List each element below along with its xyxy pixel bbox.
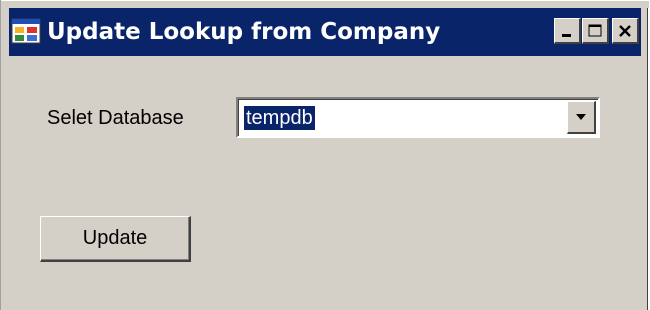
dropdown-button[interactable] (567, 101, 596, 134)
app-form-icon[interactable] (11, 16, 41, 46)
minimize-button[interactable] (554, 18, 581, 44)
close-icon (619, 24, 631, 37)
maximize-button[interactable] (582, 18, 609, 44)
window-title: Update Lookup from Company (47, 19, 441, 45)
window-frame (1, 0, 649, 8)
close-button[interactable] (612, 18, 639, 44)
database-select[interactable]: tempdb (236, 97, 600, 138)
title-bar[interactable]: Update Lookup from Company (9, 8, 641, 56)
dialog-window: Update Lookup from Company Selet Databas… (0, 0, 649, 310)
chevron-down-icon (576, 114, 586, 120)
database-label: Selet Database (47, 107, 184, 129)
database-select-value[interactable]: tempdb (243, 105, 316, 131)
minimize-icon (562, 33, 571, 37)
maximize-icon (588, 24, 602, 36)
update-button[interactable]: Update (40, 216, 191, 262)
